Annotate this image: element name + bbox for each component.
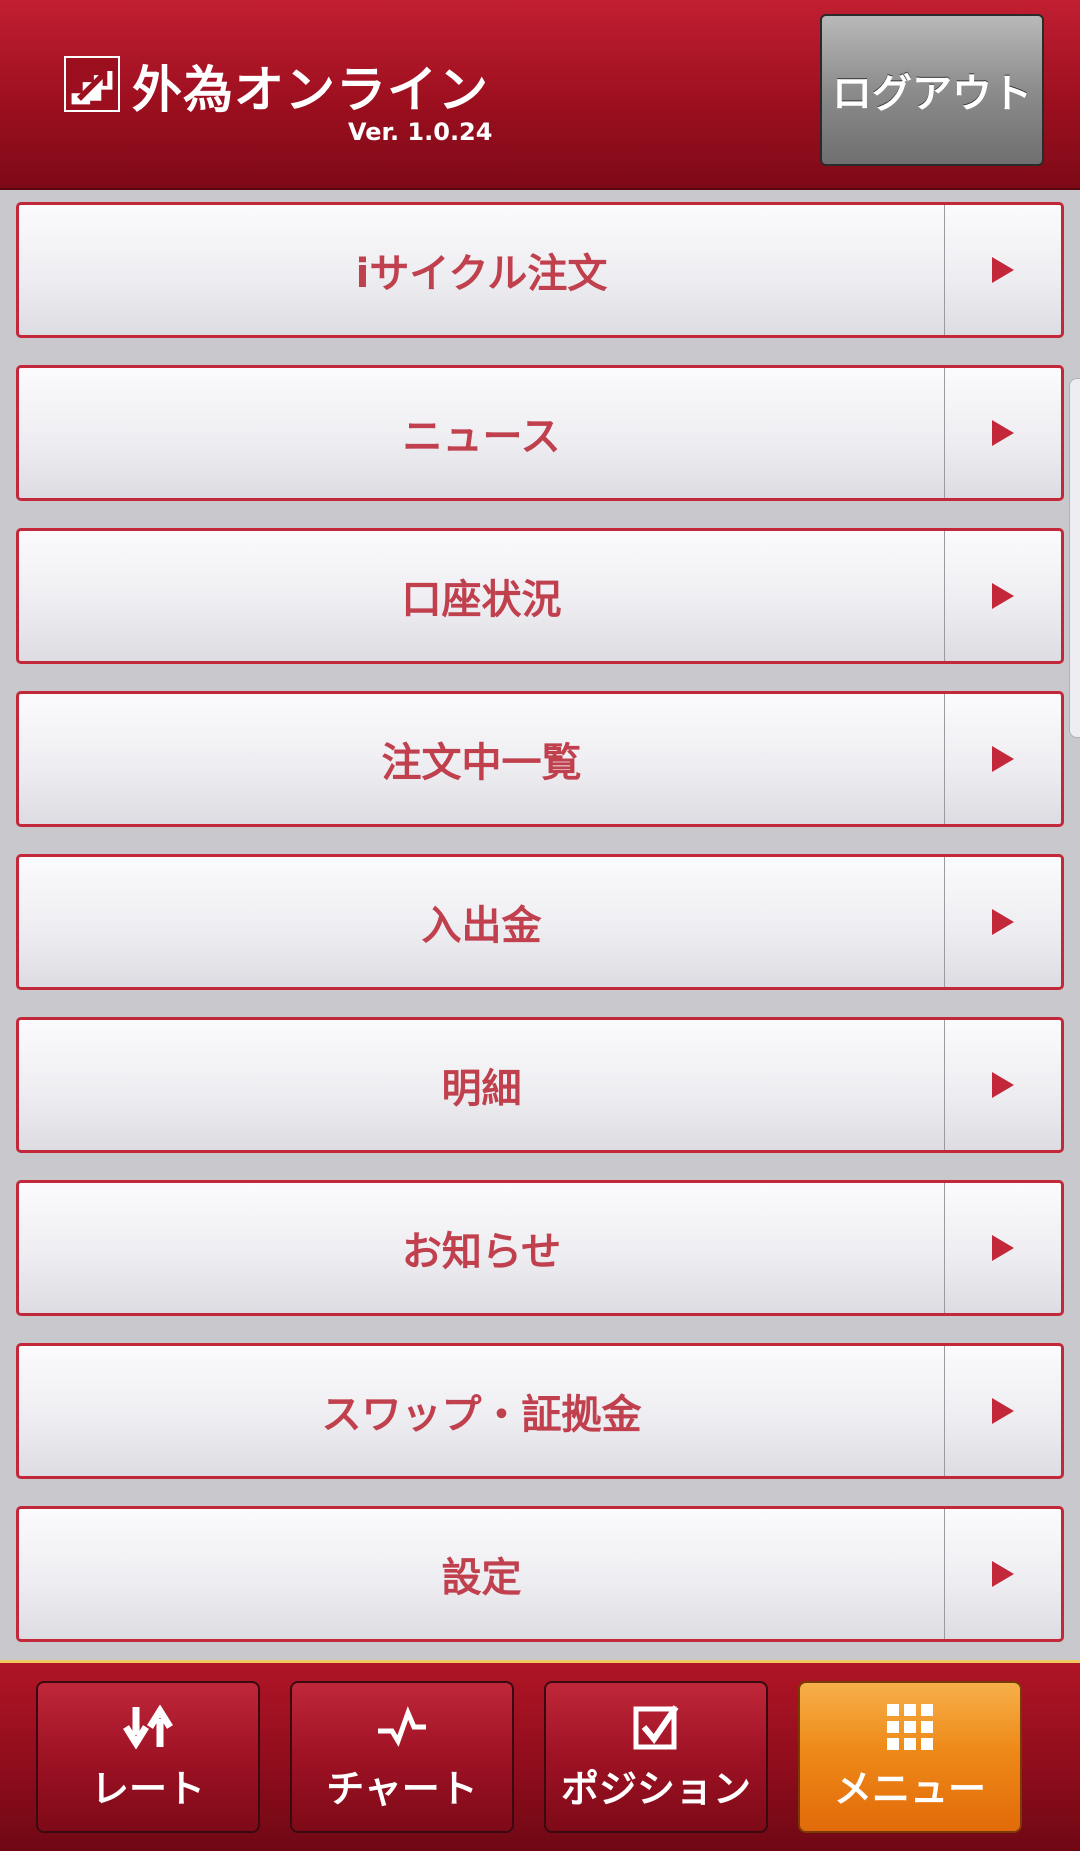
tab-rate[interactable]: レート: [36, 1681, 260, 1833]
menu-item-label: 口座状況: [401, 577, 562, 623]
scroll-indicator[interactable]: [1069, 378, 1080, 738]
chevron-right-icon: [992, 1235, 1014, 1261]
menu-item-arrow-cell: [944, 1020, 1061, 1150]
logout-button[interactable]: ログアウト: [820, 14, 1044, 166]
bottom-tab-bar: レート チャート ポジション メニュー: [0, 1660, 1080, 1851]
menu-item-arrow-cell: [944, 205, 1061, 335]
menu-item-arrow-cell: [944, 1183, 1061, 1313]
tab-position[interactable]: ポジション: [544, 1681, 768, 1833]
logo-icon: [64, 56, 120, 112]
menu-item-label: 注文中一覧: [381, 740, 582, 786]
version-label: Ver. 1.0.24: [348, 118, 493, 146]
main-menu: iサイクル注文 ニュース 口座状況 注文中一覧 入出金 明細 お知らせ スワップ…: [16, 202, 1064, 1669]
checkbox-icon: [632, 1702, 680, 1752]
chevron-right-icon: [992, 257, 1014, 283]
menu-item-arrow-cell: [944, 857, 1061, 987]
menu-item-arrow-cell: [944, 1509, 1061, 1639]
chart-line-icon: [376, 1702, 428, 1752]
menu-item-arrow-cell: [944, 694, 1061, 824]
chevron-right-icon: [992, 583, 1014, 609]
app-title: 外為オンライン: [132, 61, 489, 119]
tab-label: チャート: [326, 1766, 478, 1811]
menu-item-account-status[interactable]: 口座状況: [16, 528, 1064, 664]
menu-item-label: 入出金: [421, 903, 542, 949]
menu-item-label: お知らせ: [401, 1229, 562, 1275]
menu-item-label: 設定: [441, 1555, 522, 1601]
menu-item-label: iサイクル注文: [355, 251, 608, 297]
tab-label: レート: [90, 1766, 205, 1811]
menu-item-icycle-order[interactable]: iサイクル注文: [16, 202, 1064, 338]
chevron-right-icon: [992, 1072, 1014, 1098]
menu-item-news[interactable]: ニュース: [16, 365, 1064, 501]
chevron-right-icon: [992, 746, 1014, 772]
menu-item-arrow-cell: [944, 368, 1061, 498]
grid-menu-icon: [887, 1702, 933, 1752]
app-header: 外為オンライン Ver. 1.0.24 ログアウト: [0, 0, 1080, 190]
menu-item-label: スワップ・証拠金: [321, 1392, 642, 1438]
chevron-right-icon: [992, 909, 1014, 935]
tab-label: ポジション: [560, 1766, 751, 1811]
tab-chart[interactable]: チャート: [290, 1681, 514, 1833]
chevron-right-icon: [992, 420, 1014, 446]
menu-item-arrow-cell: [944, 531, 1061, 661]
menu-item-notices[interactable]: お知らせ: [16, 1180, 1064, 1316]
menu-item-statements[interactable]: 明細: [16, 1017, 1064, 1153]
menu-item-open-orders[interactable]: 注文中一覧: [16, 691, 1064, 827]
menu-item-label: ニュース: [402, 414, 561, 460]
menu-item-deposit-withdrawal[interactable]: 入出金: [16, 854, 1064, 990]
chevron-right-icon: [992, 1398, 1014, 1424]
chevron-right-icon: [992, 1561, 1014, 1587]
menu-item-settings[interactable]: 設定: [16, 1506, 1064, 1642]
tab-menu[interactable]: メニュー: [798, 1681, 1022, 1833]
menu-item-swap-margin[interactable]: スワップ・証拠金: [16, 1343, 1064, 1479]
tab-label: メニュー: [833, 1766, 986, 1811]
menu-item-label: 明細: [441, 1066, 522, 1112]
rate-arrows-icon: [122, 1702, 174, 1752]
menu-item-arrow-cell: [944, 1346, 1061, 1476]
